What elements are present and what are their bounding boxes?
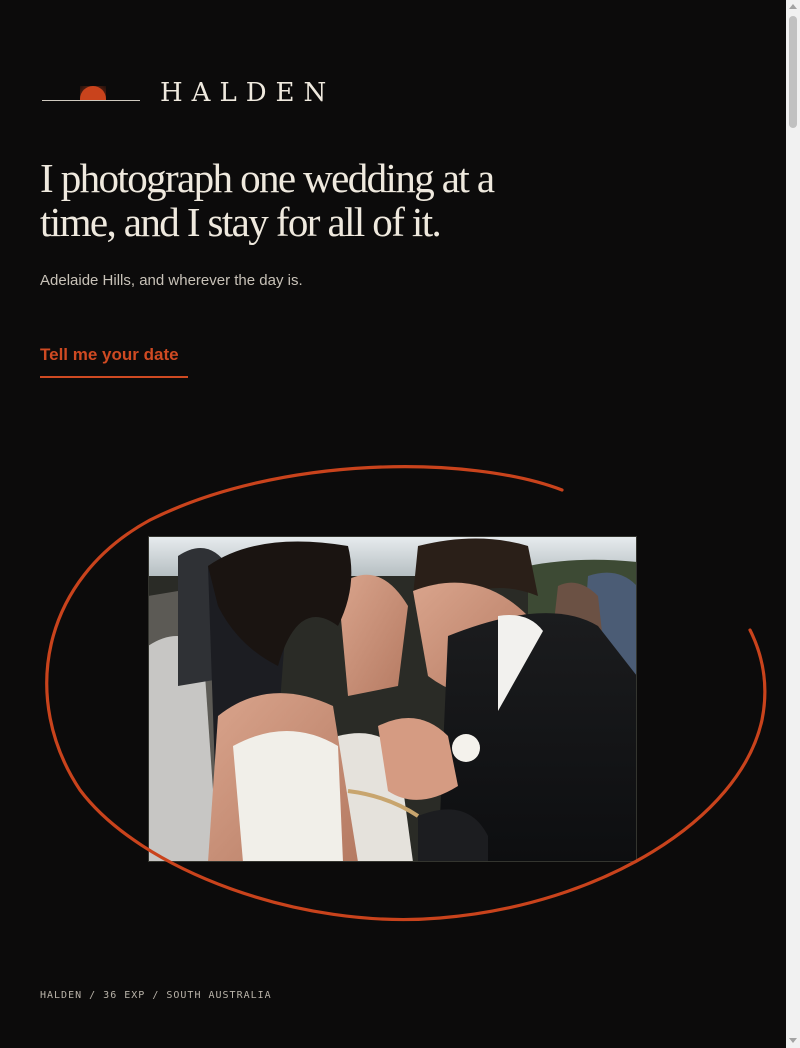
scrollbar[interactable] [786, 0, 800, 1048]
scroll-down-icon[interactable] [789, 1038, 797, 1043]
brand-name: HALDEN [160, 78, 336, 108]
wedding-couple-photo [148, 536, 637, 862]
scroll-up-icon[interactable] [789, 4, 797, 9]
horizon-line [42, 100, 140, 101]
hero-headline: I photograph one wedding at a time, and … [40, 155, 495, 245]
tell-me-your-date-link[interactable]: Tell me your date [40, 344, 188, 378]
sunset-horizon-icon [80, 86, 106, 100]
site-logo[interactable]: HALDEN [42, 76, 326, 112]
scroll-thumb[interactable] [789, 16, 797, 128]
wedding-photo [148, 536, 637, 862]
page: HALDEN I photograph one wedding at a tim… [0, 0, 786, 1048]
footer-caption: HALDEN / 36 EXP / SOUTH AUSTRALIA [40, 990, 272, 1001]
hero-subline: Adelaide Hills, and wherever the day is. [40, 272, 303, 289]
